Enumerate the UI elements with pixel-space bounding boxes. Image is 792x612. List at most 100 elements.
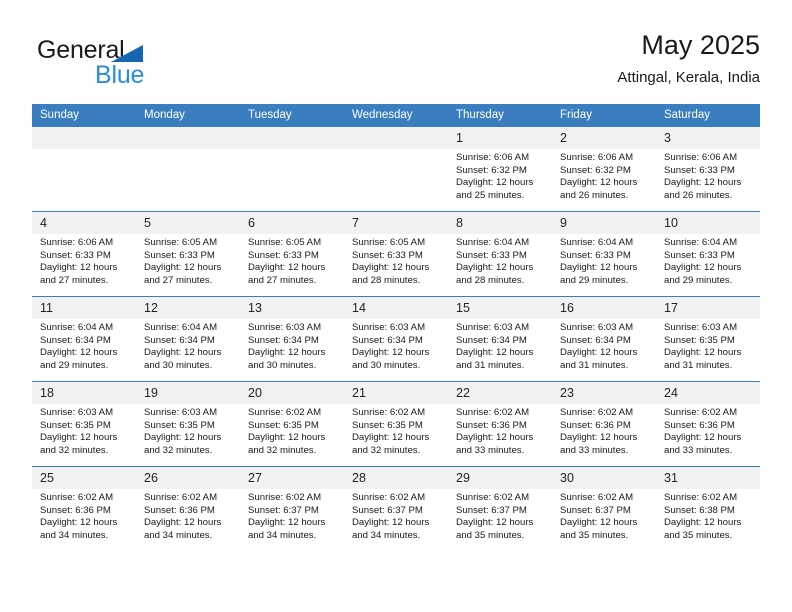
day-cell-inner: 2 Sunrise: 6:06 AM Sunset: 6:32 PM Daylight… xyxy=(552,127,656,211)
calendar-day-cell[interactable]: 22 Sunrise: 6:02 AM Sunset: 6:36 PM Dayligh… xyxy=(448,381,552,467)
day-number: 28 xyxy=(344,467,448,489)
calendar-day-cell[interactable]: 9 Sunrise: 6:04 AM Sunset: 6:33 PM Daylight… xyxy=(552,211,656,297)
calendar-day-cell[interactable]: 11 Sunrise: 6:04 AM Sunset: 6:34 PM Dayligh… xyxy=(32,296,136,382)
day-cell-inner: 14 Sunrise: 6:03 AM Sunset: 6:34 PM Dayligh… xyxy=(344,297,448,381)
calendar-day-cell[interactable]: 28 Sunrise: 6:02 AM Sunset: 6:37 PM Dayligh… xyxy=(344,466,448,551)
day-cell-inner: 23 Sunrise: 6:02 AM Sunset: 6:36 PM Dayligh… xyxy=(552,382,656,466)
day-cell-inner: 8 Sunrise: 6:04 AM Sunset: 6:33 PM Daylight… xyxy=(448,212,552,296)
daylight-text-line1: Daylight: 12 hours xyxy=(144,517,222,529)
day-details: Sunrise: 6:03 AM Sunset: 6:34 PM Daylight:… xyxy=(344,319,448,372)
calendar-day-cell[interactable]: 16 Sunrise: 6:03 AM Sunset: 6:34 PM Dayligh… xyxy=(552,296,656,382)
calendar-day-cell[interactable]: 21 Sunrise: 6:02 AM Sunset: 6:35 PM Dayligh… xyxy=(344,381,448,467)
calendar-day-cell[interactable]: 5 Sunrise: 6:05 AM Sunset: 6:33 PM Daylight… xyxy=(136,211,240,297)
daylight-text-line2: and 26 minutes. xyxy=(560,189,629,201)
calendar-day-cell[interactable]: 23 Sunrise: 6:02 AM Sunset: 6:36 PM Dayligh… xyxy=(552,381,656,467)
location-subtitle: Attingal, Kerala, India xyxy=(617,69,760,86)
calendar-day-cell[interactable]: 26 Sunrise: 6:02 AM Sunset: 6:36 PM Dayligh… xyxy=(136,466,240,551)
calendar-day-cell[interactable]: 3 Sunrise: 6:06 AM Sunset: 6:33 PM Daylight… xyxy=(656,126,760,212)
day-details: Sunrise: 6:02 AM Sunset: 6:36 PM Daylight:… xyxy=(32,489,136,542)
calendar-day-cell[interactable]: 14 Sunrise: 6:03 AM Sunset: 6:34 PM Dayligh… xyxy=(344,296,448,382)
calendar-day-cell[interactable]: 7 Sunrise: 6:05 AM Sunset: 6:33 PM Daylight… xyxy=(344,211,448,297)
sunset-text: Sunset: 6:35 PM xyxy=(248,419,319,431)
calendar-day-cell[interactable]: 17 Sunrise: 6:03 AM Sunset: 6:35 PM Dayligh… xyxy=(656,296,760,382)
calendar-day-cell[interactable]: 13 Sunrise: 6:03 AM Sunset: 6:34 PM Dayligh… xyxy=(240,296,344,382)
calendar-week-row: 11 Sunrise: 6:04 AM Sunset: 6:34 PM Dayligh… xyxy=(32,296,760,382)
sunrise-text: Sunrise: 6:06 AM xyxy=(456,152,530,163)
day-number xyxy=(32,127,136,149)
daylight-text-line2: and 30 minutes. xyxy=(144,359,213,371)
calendar-day-cell[interactable]: 15 Sunrise: 6:03 AM Sunset: 6:34 PM Dayligh… xyxy=(448,296,552,382)
calendar-day-cell[interactable]: 30 Sunrise: 6:02 AM Sunset: 6:37 PM Dayligh… xyxy=(552,466,656,551)
calendar-week-row: 4 Sunrise: 6:06 AM Sunset: 6:33 PM Daylight… xyxy=(32,211,760,297)
day-number: 20 xyxy=(240,382,344,404)
daylight-text-line2: and 29 minutes. xyxy=(40,359,109,371)
day-number: 15 xyxy=(448,297,552,319)
general-blue-logo[interactable]: General Blue xyxy=(37,36,237,92)
calendar-day-cell[interactable]: 31 Sunrise: 6:02 AM Sunset: 6:38 PM Dayligh… xyxy=(656,466,760,551)
daylight-text-line2: and 28 minutes. xyxy=(456,274,525,286)
daylight-text-line1: Daylight: 12 hours xyxy=(248,432,326,444)
sunset-text: Sunset: 6:33 PM xyxy=(560,249,631,261)
daylight-text-line1: Daylight: 12 hours xyxy=(560,432,638,444)
sunset-text: Sunset: 6:35 PM xyxy=(40,419,111,431)
sunrise-text: Sunrise: 6:02 AM xyxy=(248,407,322,418)
day-number: 31 xyxy=(656,467,760,489)
day-cell-inner: 6 Sunrise: 6:05 AM Sunset: 6:33 PM Daylight… xyxy=(240,212,344,296)
sunset-text: Sunset: 6:36 PM xyxy=(664,419,735,431)
calendar-day-cell[interactable]: 12 Sunrise: 6:04 AM Sunset: 6:34 PM Dayligh… xyxy=(136,296,240,382)
sunrise-text: Sunrise: 6:04 AM xyxy=(144,322,218,333)
daylight-text-line1: Daylight: 12 hours xyxy=(248,347,326,359)
day-cell-inner: 16 Sunrise: 6:03 AM Sunset: 6:34 PM Dayligh… xyxy=(552,297,656,381)
calendar-day-cell[interactable]: 8 Sunrise: 6:04 AM Sunset: 6:33 PM Daylight… xyxy=(448,211,552,297)
daylight-text-line2: and 26 minutes. xyxy=(664,189,733,201)
day-cell-inner: 21 Sunrise: 6:02 AM Sunset: 6:35 PM Dayligh… xyxy=(344,382,448,466)
calendar-day-cell[interactable]: 10 Sunrise: 6:04 AM Sunset: 6:33 PM Dayligh… xyxy=(656,211,760,297)
calendar-day-cell[interactable]: 27 Sunrise: 6:02 AM Sunset: 6:37 PM Dayligh… xyxy=(240,466,344,551)
daylight-text-line1: Daylight: 12 hours xyxy=(560,262,638,274)
day-cell-inner: 10 Sunrise: 6:04 AM Sunset: 6:33 PM Dayligh… xyxy=(656,212,760,296)
calendar-day-cell[interactable]: 24 Sunrise: 6:02 AM Sunset: 6:36 PM Dayligh… xyxy=(656,381,760,467)
calendar-day-cell[interactable]: 1 Sunrise: 6:06 AM Sunset: 6:32 PM Daylight… xyxy=(448,126,552,212)
daylight-text-line1: Daylight: 12 hours xyxy=(144,347,222,359)
daylight-text-line2: and 33 minutes. xyxy=(664,444,733,456)
daylight-text-line1: Daylight: 12 hours xyxy=(664,432,742,444)
day-number: 26 xyxy=(136,467,240,489)
sunset-text: Sunset: 6:36 PM xyxy=(144,504,215,516)
day-cell-inner: 20 Sunrise: 6:02 AM Sunset: 6:35 PM Dayligh… xyxy=(240,382,344,466)
daylight-text-line2: and 29 minutes. xyxy=(664,274,733,286)
daylight-text-line2: and 32 minutes. xyxy=(248,444,317,456)
day-details: Sunrise: 6:04 AM Sunset: 6:33 PM Daylight:… xyxy=(552,234,656,287)
weekday-header-friday: Friday xyxy=(552,104,656,127)
day-cell-inner: 12 Sunrise: 6:04 AM Sunset: 6:34 PM Dayligh… xyxy=(136,297,240,381)
day-cell-inner: 24 Sunrise: 6:02 AM Sunset: 6:36 PM Dayligh… xyxy=(656,382,760,466)
daylight-text-line2: and 34 minutes. xyxy=(248,529,317,541)
daylight-text-line2: and 31 minutes. xyxy=(664,359,733,371)
day-number: 7 xyxy=(344,212,448,234)
sunset-text: Sunset: 6:35 PM xyxy=(664,334,735,346)
calendar-day-cell[interactable]: 19 Sunrise: 6:03 AM Sunset: 6:35 PM Dayligh… xyxy=(136,381,240,467)
day-number: 10 xyxy=(656,212,760,234)
daylight-text-line2: and 27 minutes. xyxy=(144,274,213,286)
day-number: 25 xyxy=(32,467,136,489)
daylight-text-line2: and 32 minutes. xyxy=(352,444,421,456)
calendar-day-cell[interactable]: 4 Sunrise: 6:06 AM Sunset: 6:33 PM Daylight… xyxy=(32,211,136,297)
day-details: Sunrise: 6:04 AM Sunset: 6:33 PM Daylight:… xyxy=(656,234,760,287)
title-block: May 2025 Attingal, Kerala, India xyxy=(617,28,760,89)
calendar-day-cell[interactable]: 2 Sunrise: 6:06 AM Sunset: 6:32 PM Daylight… xyxy=(552,126,656,212)
calendar-day-cell[interactable]: 6 Sunrise: 6:05 AM Sunset: 6:33 PM Daylight… xyxy=(240,211,344,297)
calendar-day-cell[interactable]: 25 Sunrise: 6:02 AM Sunset: 6:36 PM Dayligh… xyxy=(32,466,136,551)
day-cell-inner: 3 Sunrise: 6:06 AM Sunset: 6:33 PM Daylight… xyxy=(656,127,760,211)
calendar-week-row: 1 Sunrise: 6:06 AM Sunset: 6:32 PM Daylight… xyxy=(32,126,760,212)
day-number: 22 xyxy=(448,382,552,404)
day-number: 1 xyxy=(448,127,552,149)
day-number: 23 xyxy=(552,382,656,404)
day-details: Sunrise: 6:02 AM Sunset: 6:36 PM Daylight:… xyxy=(136,489,240,542)
daylight-text-line2: and 34 minutes. xyxy=(144,529,213,541)
day-cell-inner xyxy=(32,127,136,211)
daylight-text-line2: and 33 minutes. xyxy=(560,444,629,456)
calendar-day-cell[interactable]: 18 Sunrise: 6:03 AM Sunset: 6:35 PM Dayligh… xyxy=(32,381,136,467)
day-number: 4 xyxy=(32,212,136,234)
sunrise-text: Sunrise: 6:05 AM xyxy=(248,237,322,248)
calendar-day-cell[interactable]: 29 Sunrise: 6:02 AM Sunset: 6:37 PM Dayligh… xyxy=(448,466,552,551)
calendar-day-cell[interactable]: 20 Sunrise: 6:02 AM Sunset: 6:35 PM Dayligh… xyxy=(240,381,344,467)
